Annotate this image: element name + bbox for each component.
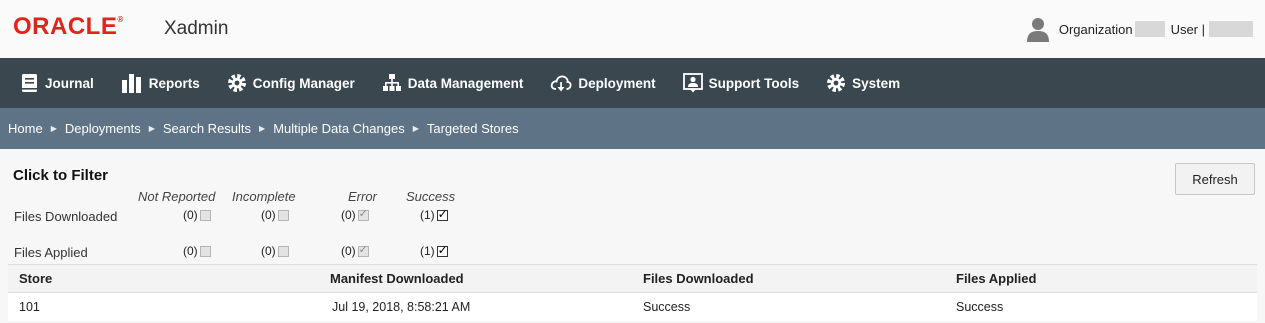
- filter-cell: (0): [341, 207, 369, 222]
- filter-cell: (1): [420, 243, 448, 259]
- nav-label: Reports: [148, 75, 200, 91]
- nav-label: Data Management: [407, 75, 524, 91]
- main-nav: Journal Reports Config Manager Data Mana…: [0, 58, 1265, 108]
- column-header-manifest-downloaded[interactable]: Manifest Downloaded: [330, 271, 643, 286]
- filter-count: (0): [341, 244, 356, 258]
- nav-item-support-tools[interactable]: Support Tools: [670, 58, 814, 108]
- nav-item-system[interactable]: System: [813, 58, 914, 108]
- column-header-store[interactable]: Store: [8, 271, 330, 286]
- nav-label: Support Tools: [708, 75, 800, 91]
- user-value-redacted: [1209, 21, 1253, 37]
- table-header: Store Manifest Downloaded Files Download…: [8, 264, 1257, 293]
- column-header-files-applied[interactable]: Files Applied: [956, 271, 1257, 286]
- cell-files-applied: Success: [956, 300, 1004, 314]
- stores-table: Store Manifest Downloaded Files Download…: [8, 264, 1257, 321]
- gear-icon: [827, 74, 846, 92]
- breadcrumb-home[interactable]: Home: [8, 121, 43, 136]
- chevron-right-icon: ▶: [259, 124, 266, 133]
- filter-row-label: Files Applied: [14, 245, 88, 260]
- nav-label: Journal: [45, 75, 94, 91]
- filter-cell: (0): [261, 208, 289, 222]
- hierarchy-icon: [382, 74, 401, 91]
- filter-checkbox-success-downloaded[interactable]: [436, 207, 448, 221]
- filter-col-not-reported: Not Reported: [138, 189, 216, 204]
- table-row[interactable]: 101 Jul 19, 2018, 8:58:21 AM Success Suc…: [8, 293, 1257, 321]
- filter-cell: (0): [341, 243, 369, 258]
- filter-cell: (0): [183, 244, 211, 258]
- filter-col-success: Success: [406, 189, 456, 204]
- cell-store: 101: [19, 300, 40, 314]
- cell-manifest-downloaded: Jul 19, 2018, 8:58:21 AM: [332, 300, 471, 314]
- nav-item-data-management[interactable]: Data Management: [369, 58, 538, 108]
- chevron-right-icon: ▶: [412, 124, 419, 133]
- filter-cell: (0): [261, 244, 289, 258]
- filter-checkbox-disabled: [277, 209, 289, 221]
- oracle-logo: ORACLE®: [13, 13, 124, 41]
- gear-icon: [227, 74, 246, 92]
- filter-count: (0): [261, 208, 276, 222]
- logo-text: ORACLE: [13, 13, 118, 40]
- nav-label: System: [852, 75, 901, 91]
- breadcrumb-targeted-stores: Targeted Stores: [426, 121, 519, 136]
- filter-checkbox-success-applied[interactable]: [436, 243, 448, 257]
- user-label: User |: [1170, 21, 1205, 37]
- filter-count: (0): [183, 244, 198, 258]
- app-name: Xadmin: [164, 18, 229, 39]
- nav-label: Deployment: [578, 75, 656, 91]
- breadcrumb-deployments[interactable]: Deployments: [65, 121, 141, 136]
- bar-chart-icon: [121, 74, 141, 93]
- chevron-right-icon: ▶: [50, 124, 57, 133]
- organization-label: Organization: [1058, 21, 1133, 37]
- breadcrumb-search-results[interactable]: Search Results: [163, 121, 251, 136]
- nav-item-deployment[interactable]: Deployment: [537, 58, 669, 108]
- refresh-button[interactable]: Refresh: [1175, 163, 1255, 195]
- filter-checkbox-disabled: [199, 209, 211, 221]
- nav-label: Config Manager: [252, 75, 355, 91]
- filter-count: (0): [261, 244, 276, 258]
- breadcrumb-multiple-data-changes[interactable]: Multiple Data Changes: [273, 121, 405, 136]
- filter-checkbox-checked-disabled: [357, 207, 369, 221]
- main-content: Click to Filter Not Reported Incomplete …: [0, 149, 1265, 323]
- filter-count: (0): [183, 208, 198, 222]
- filter-cell: (1): [420, 207, 448, 223]
- nav-item-config-manager[interactable]: Config Manager: [214, 58, 369, 108]
- filter-title: Click to Filter: [13, 167, 109, 184]
- user-avatar-icon: [1026, 18, 1049, 42]
- column-header-files-downloaded[interactable]: Files Downloaded: [643, 271, 956, 286]
- nav-item-reports[interactable]: Reports: [108, 58, 214, 108]
- filter-col-incomplete: Incomplete: [232, 189, 296, 204]
- user-area[interactable]: Organization User |: [1025, 16, 1253, 42]
- support-icon: [682, 73, 703, 93]
- journal-icon: [22, 74, 37, 92]
- filter-count: (1): [420, 208, 435, 222]
- breadcrumb: Home ▶ Deployments ▶ Search Results ▶ Mu…: [0, 108, 1265, 149]
- filter-count: (0): [341, 208, 356, 222]
- organization-value-redacted: [1134, 21, 1165, 37]
- registered-mark: ®: [117, 15, 124, 24]
- filter-col-error: Error: [348, 189, 377, 204]
- app-header: ORACLE® Xadmin Organization User |: [0, 0, 1265, 58]
- filter-checkbox-disabled: [199, 245, 211, 257]
- chevron-right-icon: ▶: [148, 124, 155, 133]
- nav-item-journal[interactable]: Journal: [8, 58, 108, 108]
- filter-checkbox-checked-disabled: [357, 243, 369, 257]
- filter-checkbox-disabled: [277, 245, 289, 257]
- filter-count: (1): [420, 244, 435, 258]
- filter-row-label: Files Downloaded: [14, 209, 118, 224]
- cloud-download-icon: [551, 75, 572, 92]
- filter-cell: (0): [183, 208, 211, 222]
- cell-files-downloaded: Success: [643, 300, 691, 314]
